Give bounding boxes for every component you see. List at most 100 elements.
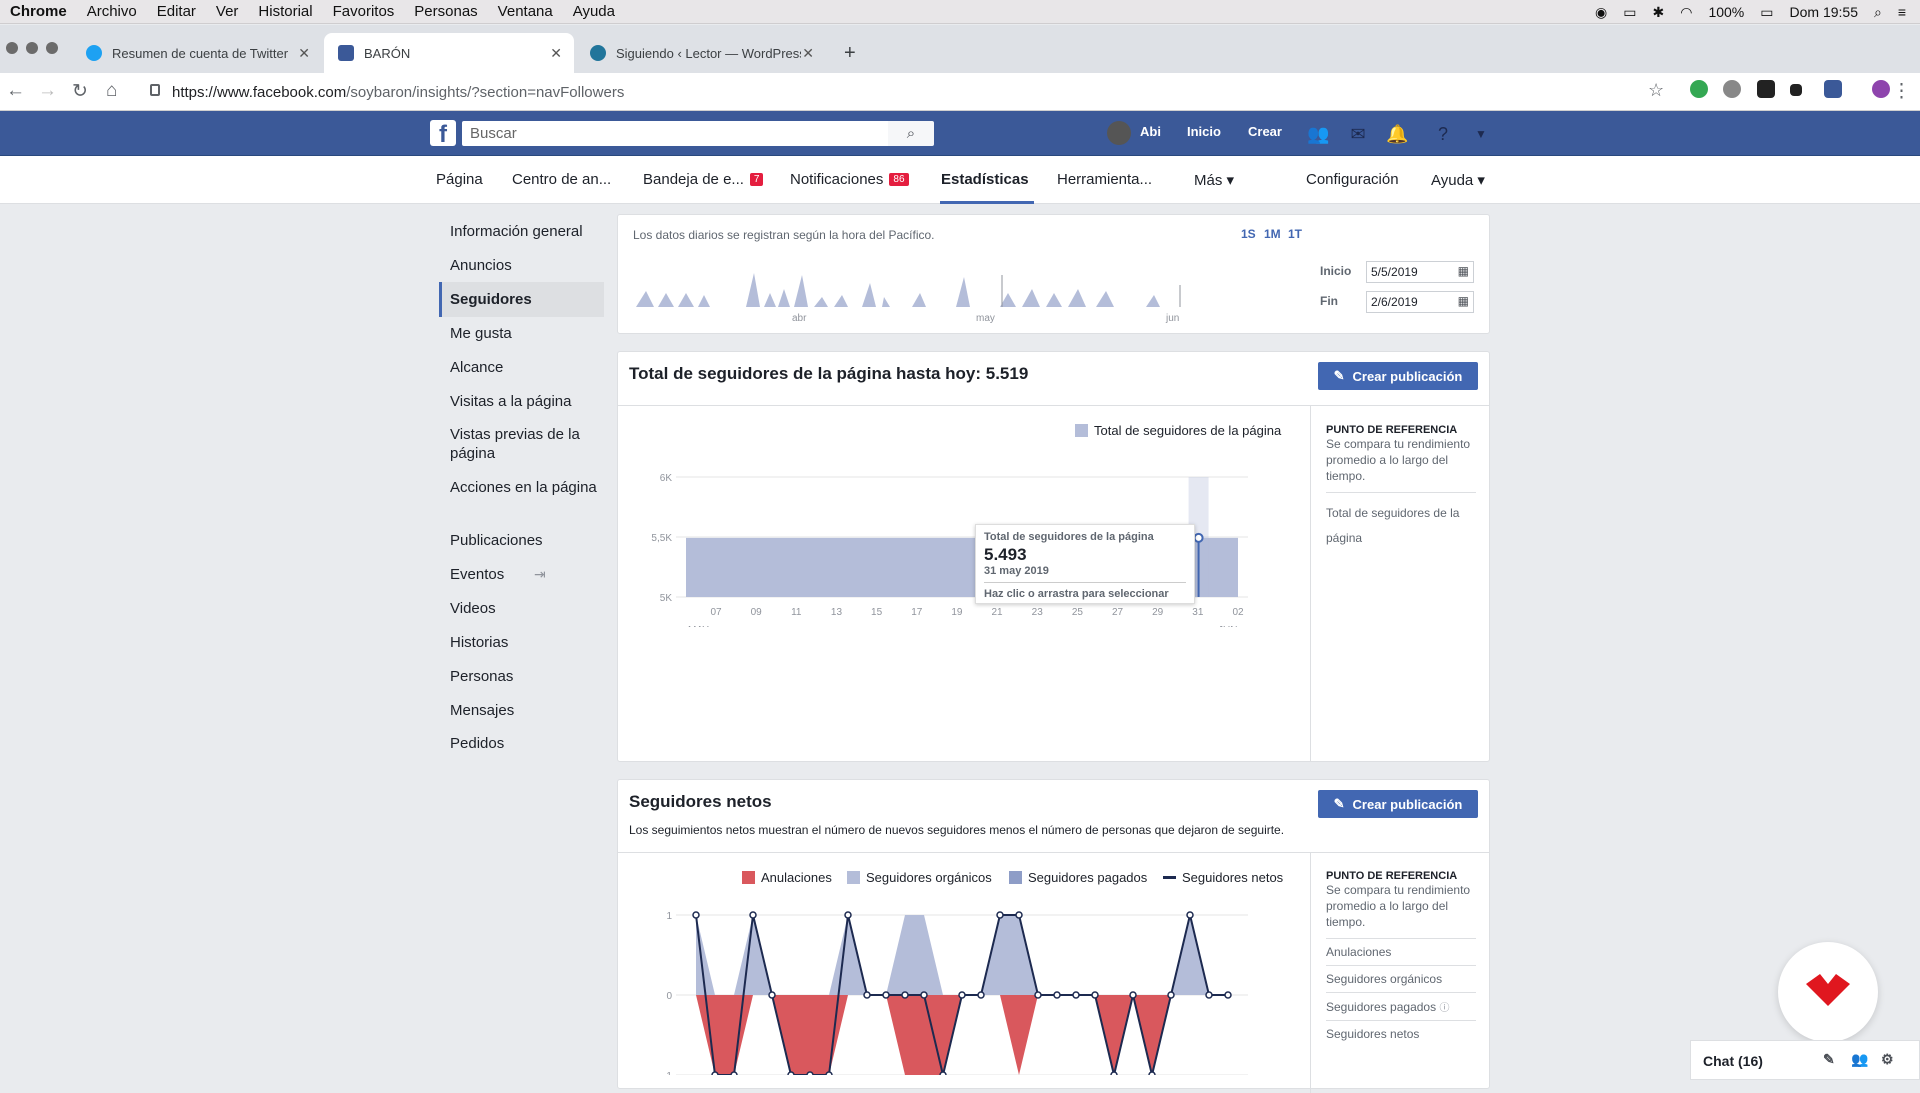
tab-ayuda[interactable]: Ayuda ▾ — [1431, 171, 1485, 189]
tab-wordpress[interactable]: Siguiendo ‹ Lector — WordPress ✕ — [576, 33, 826, 73]
user-avatar[interactable] — [1107, 121, 1131, 145]
tab-estadisticas[interactable]: Estadísticas — [941, 171, 1029, 188]
home-icon[interactable]: ⌂ — [106, 80, 117, 102]
sidebar-item-pedidos[interactable]: Pedidos — [450, 734, 600, 753]
menu-archivo[interactable]: Archivo — [87, 3, 137, 20]
compose-icon[interactable]: ✎ — [1823, 1051, 1835, 1068]
back-icon[interactable]: ← — [6, 80, 25, 102]
zoom-window-button[interactable] — [46, 42, 58, 54]
search-icon[interactable]: ⌕ — [888, 121, 934, 146]
minimize-window-button[interactable] — [26, 42, 38, 54]
settings-gear-icon[interactable]: ⚙ — [1881, 1051, 1894, 1068]
sidebar-item-vistas-previas[interactable]: Vistas previas de la página — [450, 425, 600, 463]
range-1m[interactable]: 1M — [1264, 227, 1281, 241]
followers-total-chart[interactable]: 5K 5,5K 6K 07 09 11 13 15 17 19 21 23 25 27 29 31 02 MAY J… — [638, 447, 1298, 627]
end-date-input[interactable]: 2/6/2019 ▦ — [1366, 291, 1474, 313]
menu-favoritos[interactable]: Favoritos — [333, 3, 395, 20]
profile-avatar[interactable] — [1872, 80, 1890, 98]
range-1s[interactable]: 1S — [1241, 227, 1256, 241]
close-tab-icon[interactable]: ✕ — [802, 45, 814, 62]
messenger-icon[interactable]: ✉ — [1347, 123, 1369, 145]
legend-paid[interactable]: Seguidores pagados — [1009, 870, 1147, 885]
sidebar-item-mensajes[interactable]: Mensajes — [450, 701, 600, 720]
calendar-icon[interactable]: ▦ — [1458, 294, 1469, 308]
benchmark-link-total[interactable]: Total de seguidores de la página — [1326, 492, 1476, 551]
chrome-menu-icon[interactable]: ⋮ — [1892, 80, 1911, 103]
menu-list-icon[interactable]: ≡ — [1898, 4, 1906, 20]
grammarly-extension-icon[interactable] — [1690, 80, 1708, 98]
create-post-button[interactable]: ✎ Crear publicación — [1318, 362, 1478, 390]
sidebar-item-videos[interactable]: Videos — [450, 599, 600, 618]
menu-ventana[interactable]: Ventana — [498, 3, 553, 20]
info-icon[interactable]: ⓘ — [1439, 1003, 1449, 1014]
close-tab-icon[interactable]: ✕ — [550, 45, 562, 62]
chat-bar[interactable]: Chat (16) ✎ 👥 ⚙ — [1690, 1040, 1920, 1080]
video-extension-icon[interactable] — [1790, 84, 1802, 96]
sidebar-item-seguidores[interactable]: Seguidores — [439, 282, 604, 317]
notifications-bell-icon[interactable]: 🔔 — [1386, 123, 1408, 145]
net-followers-chart[interactable]: -1 0 1 — [638, 895, 1298, 1075]
spotlight-icon[interactable]: ⌕ — [1874, 4, 1882, 21]
close-window-button[interactable] — [6, 42, 18, 54]
friend-requests-icon[interactable]: 👥 — [1307, 123, 1329, 145]
close-tab-icon[interactable]: ✕ — [298, 45, 310, 62]
account-menu-icon[interactable]: ▼ — [1470, 123, 1492, 145]
create-post-button[interactable]: ✎ Crear publicación — [1318, 790, 1478, 818]
search-input[interactable]: Buscar — [462, 121, 888, 146]
help-icon[interactable]: ? — [1432, 123, 1454, 145]
create-link[interactable]: Crear — [1248, 124, 1282, 139]
sidebar-item-visitas[interactable]: Visitas a la página — [450, 392, 600, 411]
sidebar-item-eventos[interactable]: Eventos — [450, 565, 600, 584]
user-name-link[interactable]: Abi — [1140, 124, 1161, 139]
legend-organic[interactable]: Seguidores orgánicos — [847, 870, 992, 885]
tab-herramientas[interactable]: Herramienta... — [1057, 171, 1152, 188]
tab-notificaciones[interactable]: Notificaciones 86 — [790, 171, 909, 188]
tab-bandeja[interactable]: Bandeja de e... 7 — [643, 171, 764, 188]
tab-mas[interactable]: Más ▾ — [1194, 171, 1234, 189]
bluetooth-icon[interactable]: ✱ — [1653, 4, 1665, 21]
start-date-input[interactable]: 5/5/2019 ▦ — [1366, 261, 1474, 283]
legend-total-followers[interactable]: Total de seguidores de la página — [1075, 423, 1281, 438]
sidebar-item-informacion-general[interactable]: Información general — [450, 222, 600, 241]
clock[interactable]: Dom 19:55 — [1790, 4, 1858, 20]
legend-unfollows[interactable]: Anulaciones — [742, 870, 832, 885]
menu-ver[interactable]: Ver — [216, 3, 239, 20]
app-menu[interactable]: Chrome — [10, 3, 67, 20]
benchmark-link-paid[interactable]: Seguidores pagados ⓘ — [1326, 992, 1476, 1020]
menu-personas[interactable]: Personas — [414, 3, 477, 20]
facebook-extension-icon[interactable] — [1824, 80, 1842, 98]
battery-icon[interactable]: ▭ — [1760, 4, 1773, 21]
skype-extension-icon[interactable] — [1723, 80, 1741, 98]
sidebar-item-publicaciones[interactable]: Publicaciones — [450, 531, 600, 550]
menu-historial[interactable]: Historial — [258, 3, 312, 20]
benchmark-link-organic[interactable]: Seguidores orgánicos — [1326, 965, 1476, 992]
legend-net[interactable]: Seguidores netos — [1163, 870, 1283, 885]
url-field[interactable]: https://www.facebook.com/soybaron/insigh… — [142, 78, 1632, 106]
group-icon[interactable]: 👥 — [1851, 1051, 1868, 1068]
tab-baron[interactable]: BARÓN ✕ — [324, 33, 574, 73]
sidebar-item-me-gusta[interactable]: Me gusta — [450, 324, 600, 343]
tab-pagina[interactable]: Página — [436, 171, 483, 188]
wifi-icon[interactable]: ◠ — [1680, 4, 1692, 21]
tab-twitter[interactable]: Resumen de cuenta de Twitter ✕ — [72, 33, 322, 73]
record-icon[interactable]: ◉ — [1595, 4, 1607, 21]
benchmark-link-unfollows[interactable]: Anulaciones — [1326, 938, 1476, 965]
screen-extension-icon[interactable] — [1757, 80, 1775, 98]
reload-icon[interactable]: ↻ — [72, 80, 88, 103]
bookmark-star-icon[interactable]: ☆ — [1648, 80, 1664, 101]
sidebar-item-alcance[interactable]: Alcance — [450, 358, 600, 377]
benchmark-link-net[interactable]: Seguidores netos — [1326, 1020, 1476, 1047]
home-link[interactable]: Inicio — [1187, 124, 1221, 139]
sidebar-item-anuncios[interactable]: Anuncios — [450, 256, 600, 275]
timeline-sparkline[interactable]: abr may jun — [636, 255, 1376, 325]
range-1t[interactable]: 1T — [1288, 227, 1302, 241]
new-tab-button[interactable]: + — [838, 33, 868, 73]
calendar-icon[interactable]: ▦ — [1458, 264, 1469, 278]
tab-centro-anuncios[interactable]: Centro de an... — [512, 171, 611, 188]
facebook-logo-icon[interactable]: f — [430, 120, 456, 148]
airplay-icon[interactable]: ▭ — [1623, 4, 1636, 21]
tab-configuracion[interactable]: Configuración — [1306, 171, 1399, 188]
sidebar-item-acciones[interactable]: Acciones en la página — [450, 478, 600, 497]
forward-icon[interactable]: → — [38, 80, 57, 102]
menu-editar[interactable]: Editar — [157, 3, 196, 20]
